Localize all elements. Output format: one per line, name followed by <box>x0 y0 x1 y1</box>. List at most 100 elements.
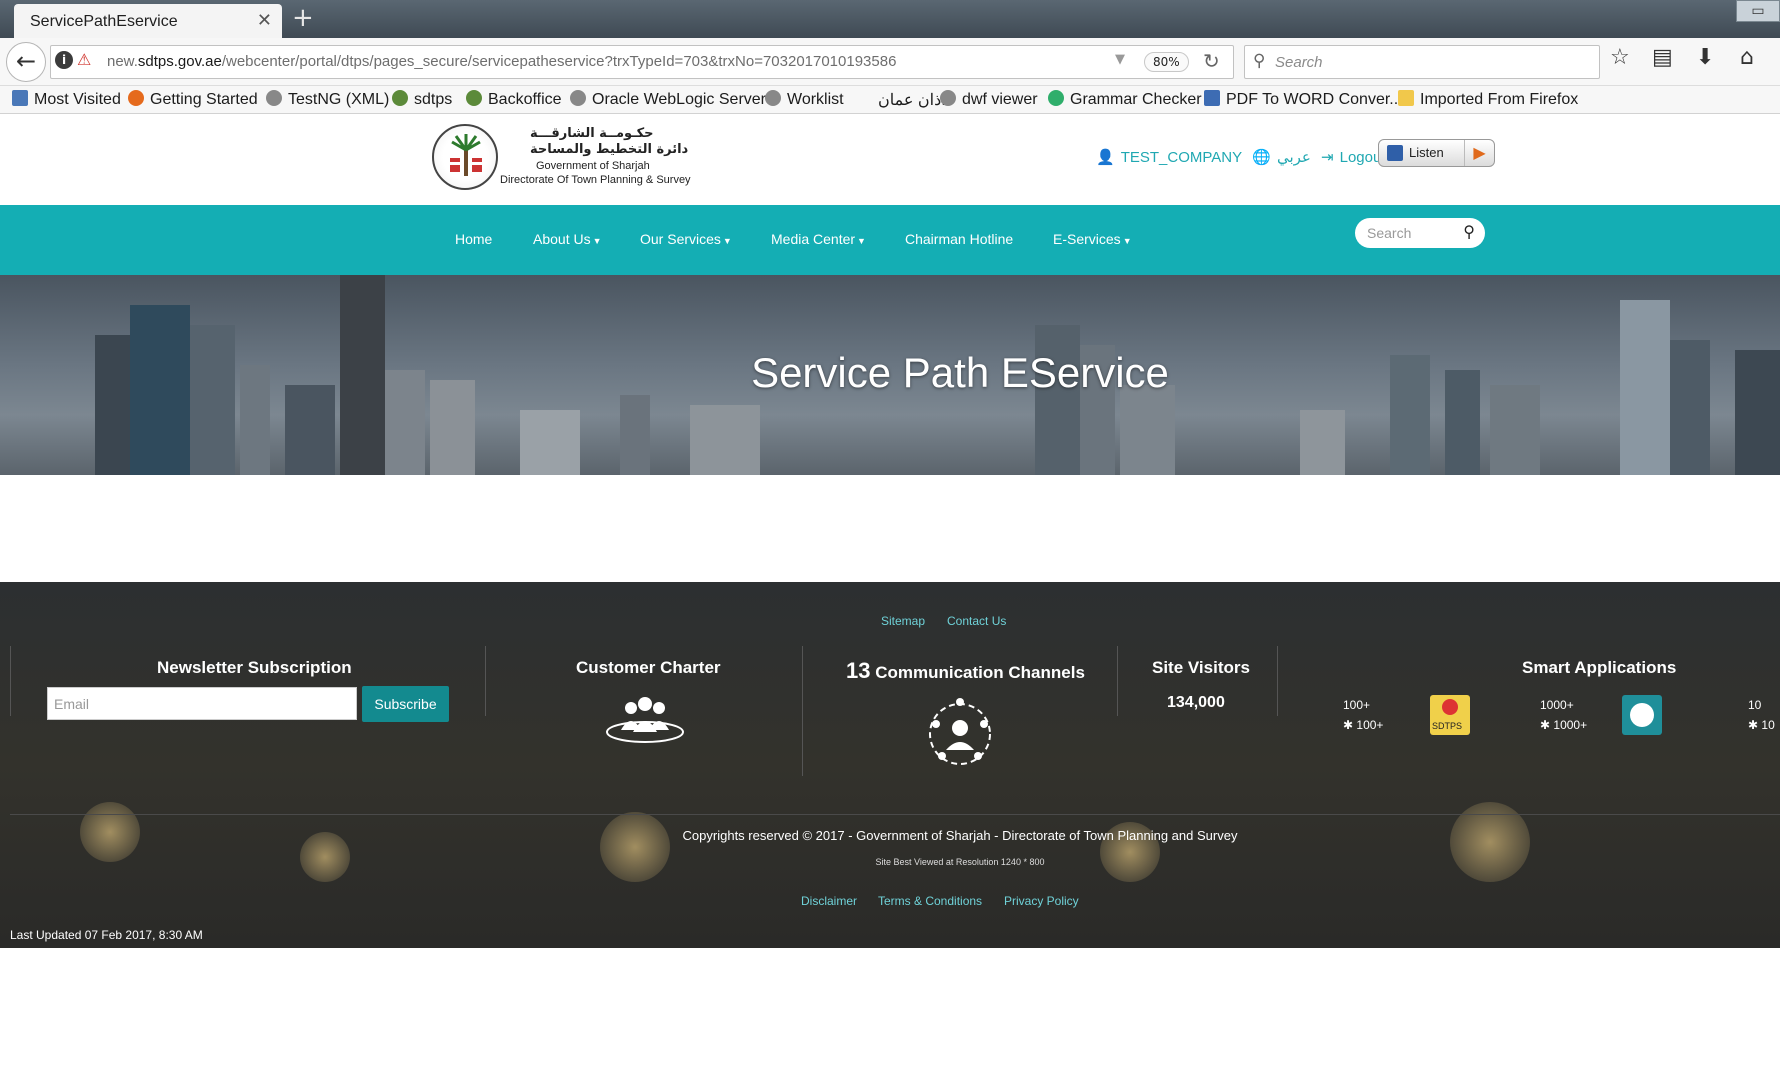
site-search-input[interactable]: Search ⚲ <box>1355 218 1485 248</box>
footer-divider <box>485 646 486 716</box>
footer-contact-link[interactable]: Contact Us <box>947 614 1006 628</box>
smart-applications-heading: Smart Applications <box>1522 658 1677 677</box>
close-tab-icon[interactable]: ✕ <box>257 10 272 31</box>
nav-media-center[interactable]: Media Center ▼ <box>771 231 866 247</box>
home-icon[interactable]: ⌂ <box>1740 46 1754 70</box>
sharjah-emblem-logo[interactable] <box>432 124 498 190</box>
info-icon[interactable]: i <box>55 51 73 69</box>
sdtps-app-label: SDTPS <box>1432 721 1463 731</box>
bookmark-most-visited[interactable]: Most Visited <box>12 90 121 109</box>
skyline-building <box>620 395 650 475</box>
terms-link[interactable]: Terms & Conditions <box>878 894 982 908</box>
last-updated-text: Last Updated 07 Feb 2017, 8:30 AM <box>10 928 203 942</box>
bookmark-azan-oman[interactable]: اذان عمان <box>878 90 946 110</box>
bookmark-testng[interactable]: TestNG (XML) <box>266 90 389 109</box>
footer-horizontal-rule <box>10 814 1780 815</box>
globe-icon <box>266 90 282 106</box>
user-name-link[interactable]: TEST_COMPANY <box>1121 149 1242 166</box>
arabic-language-link[interactable]: عربي <box>1277 149 1311 166</box>
reload-icon[interactable]: ↻ <box>1203 49 1220 73</box>
user-icon: 👤 <box>1096 149 1115 166</box>
play-icon[interactable]: ▶ <box>1464 140 1494 166</box>
bookmarks-bar: Most Visited Getting Started TestNG (XML… <box>0 86 1780 114</box>
site-visitors-heading: Site Visitors <box>1152 658 1250 677</box>
copyright-text: Copyrights reserved © 2017 - Government … <box>682 828 1238 843</box>
browser-tab[interactable]: ServicePathEservice ✕ <box>14 4 282 38</box>
page-title: Service Path EService <box>751 349 1169 396</box>
app1-android-downloads[interactable]: ✱ 100+ <box>1343 718 1383 732</box>
nav-chairman-hotline[interactable]: Chairman Hotline <box>905 231 1013 247</box>
footer-sitemap-link[interactable]: Sitemap <box>881 614 925 628</box>
back-arrow-icon[interactable]: ← <box>6 42 46 82</box>
email-placeholder: Email <box>54 696 90 712</box>
globe-icon <box>765 90 781 106</box>
grammar-icon <box>1048 90 1064 106</box>
android-icon: ✱ <box>1343 718 1354 732</box>
app3-android-downloads[interactable]: ✱ 10 <box>1748 718 1775 732</box>
listen-button[interactable]: Listen ▶ <box>1378 139 1495 167</box>
sdtps-icon <box>392 90 408 106</box>
nav-home[interactable]: Home <box>455 231 492 247</box>
bookmark-imported[interactable]: Imported From Firefox <box>1398 90 1578 109</box>
footer-divider <box>802 646 803 776</box>
skyline-building <box>1120 385 1175 475</box>
browser-search-placeholder: Search <box>1275 54 1323 71</box>
site-visitors-count: 134,000 <box>1167 694 1225 711</box>
zoom-indicator[interactable]: 80% <box>1144 52 1189 72</box>
caret-down-icon: ▼ <box>857 236 866 246</box>
bookmark-dwf-viewer[interactable]: dwf viewer <box>940 90 1038 109</box>
address-bar[interactable]: i ⚠ new.sdtps.gov.ae/webcenter/portal/dt… <box>50 45 1234 79</box>
sharjah-app-tile[interactable] <box>1622 695 1662 735</box>
url-text: new.sdtps.gov.ae/webcenter/portal/dtps/p… <box>107 53 897 70</box>
customer-charter-heading[interactable]: Customer Charter <box>576 658 721 678</box>
skyline-building <box>1035 325 1080 475</box>
bookmark-pdf-to-word[interactable]: PDF To WORD Conver... <box>1204 90 1403 109</box>
browser-search-input[interactable]: ⚲ Search <box>1244 45 1600 79</box>
app3-ios-downloads[interactable]: 10 <box>1748 698 1761 712</box>
customer-group-icon[interactable] <box>603 694 687 744</box>
skyline-building <box>690 405 760 475</box>
nav-e-services[interactable]: E-Services ▼ <box>1053 231 1132 247</box>
tab-title: ServicePathEservice <box>30 13 178 30</box>
window-restore-button[interactable]: ▭ <box>1736 0 1780 22</box>
app2-android-downloads[interactable]: ✱ 1000+ <box>1540 718 1587 732</box>
url-dropdown-icon[interactable]: ▼ <box>1115 52 1125 67</box>
browser-toolbar: ← i ⚠ new.sdtps.gov.ae/webcenter/portal/… <box>0 38 1780 86</box>
globe-icon <box>570 90 586 106</box>
caret-down-icon: ▼ <box>592 236 602 246</box>
bookmark-weblogic[interactable]: Oracle WebLogic Server <box>570 90 766 109</box>
bookmark-grammar-checker[interactable]: Grammar Checker <box>1048 90 1202 109</box>
search-icon[interactable]: ⚲ <box>1463 222 1475 241</box>
folder-icon <box>1398 90 1414 106</box>
bookmark-worklist[interactable]: Worklist <box>765 90 844 109</box>
nav-about-us[interactable]: About Us ▼ <box>533 231 602 247</box>
bookmark-getting-started[interactable]: Getting Started <box>128 90 258 109</box>
listen-label: Listen <box>1409 145 1444 160</box>
app2-ios-downloads[interactable]: 1000+ <box>1540 698 1574 712</box>
sdtps-app-tile[interactable]: SDTPS <box>1430 695 1470 735</box>
logout-icon: ⇥ <box>1321 149 1334 166</box>
footer-divider <box>1277 646 1278 716</box>
bookmark-star-icon[interactable]: ☆ <box>1610 46 1630 70</box>
caret-down-icon: ▼ <box>722 236 732 246</box>
firefox-icon <box>128 90 144 106</box>
newsletter-email-input[interactable]: Email <box>47 687 357 720</box>
search-icon: ⚲ <box>1253 51 1266 71</box>
new-tab-icon[interactable]: + <box>292 4 314 32</box>
logo-arabic-line2: دائرة التخطيط والمساحة <box>530 142 689 157</box>
download-icon[interactable]: ⬇ <box>1696 46 1714 70</box>
bookmark-sdtps[interactable]: sdtps <box>392 90 452 109</box>
communication-channels-heading[interactable]: 13 Communication Channels <box>846 658 1085 684</box>
subscribe-button[interactable]: Subscribe <box>362 686 449 722</box>
disclaimer-link[interactable]: Disclaimer <box>801 894 857 908</box>
reading-list-icon[interactable]: ▤ <box>1652 46 1673 70</box>
bookmark-backoffice[interactable]: Backoffice <box>466 90 562 109</box>
logo-english-line2: Directorate Of Town Planning & Survey <box>500 174 691 186</box>
nav-our-services[interactable]: Our Services ▼ <box>640 231 732 247</box>
insecure-lock-icon[interactable]: ⚠ <box>77 50 91 69</box>
communication-channels-icon[interactable] <box>920 694 1000 774</box>
privacy-policy-link[interactable]: Privacy Policy <box>1004 894 1079 908</box>
app1-ios-downloads[interactable]: 100+ <box>1343 698 1370 712</box>
skyline-building <box>1490 385 1540 475</box>
logo-english-line1: Government of Sharjah <box>536 160 650 172</box>
